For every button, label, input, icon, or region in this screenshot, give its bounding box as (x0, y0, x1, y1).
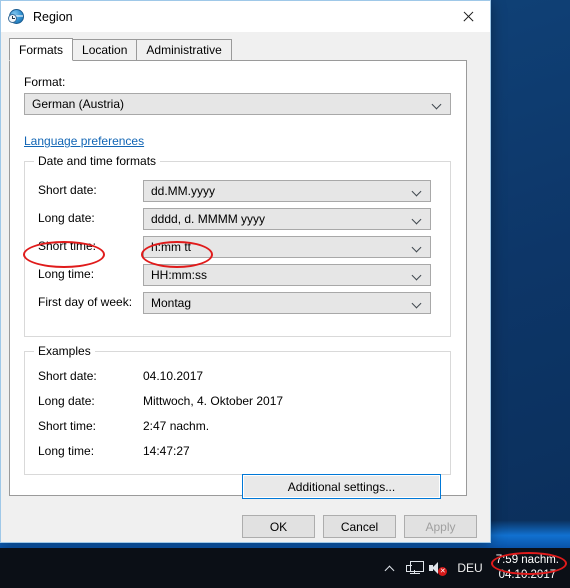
system-tray: ✕ DEU 7:59 nachm. 04.10.2017 (378, 548, 567, 588)
example-long-time-label: Long time: (38, 444, 95, 458)
window-title: Region (33, 9, 73, 24)
taskbar: ✕ DEU 7:59 nachm. 04.10.2017 (0, 548, 570, 588)
volume-button[interactable]: ✕ (426, 548, 450, 588)
example-short-time-value: 2:47 nachm. (143, 419, 210, 433)
row-long-time: Long time: HH:mm:ss (25, 264, 450, 286)
clock[interactable]: 7:59 nachm. 04.10.2017 (490, 548, 567, 588)
region-dialog-window: Region Formats Location Administrative F… (0, 0, 491, 543)
tab-formats[interactable]: Formats (9, 38, 74, 61)
example-short-date-label: Short date: (38, 369, 97, 383)
network-monitor-icon (405, 561, 424, 575)
speaker-muted-icon: ✕ (429, 561, 448, 576)
example-short-time-label: Short time: (38, 419, 97, 433)
row-short-time: Short time: h:mm tt (25, 236, 450, 258)
chevron-down-icon (413, 216, 421, 224)
chevron-down-icon (433, 101, 441, 109)
short-date-value: dd.MM.yyyy (151, 184, 216, 198)
short-time-combobox[interactable]: h:mm tt (143, 236, 431, 258)
format-combobox[interactable]: German (Austria) (24, 93, 451, 115)
title-bar: Region (1, 1, 490, 32)
chevron-up-icon (385, 565, 396, 572)
long-date-value: dddd, d. MMMM yyyy (151, 212, 266, 226)
example-short-date: Short date: 04.10.2017 (25, 369, 450, 391)
example-short-time: Short time: 2:47 nachm. (25, 419, 450, 441)
close-button[interactable] (445, 1, 490, 31)
example-long-date-label: Long date: (38, 394, 95, 408)
region-globe-clock-icon (8, 8, 25, 25)
row-first-day-of-week: First day of week: Montag (25, 292, 450, 314)
chevron-down-icon (413, 272, 421, 280)
language-preferences-link[interactable]: Language preferences (24, 134, 144, 148)
long-time-label: Long time: (38, 267, 95, 281)
language-indicator[interactable]: DEU (450, 548, 489, 588)
ok-button[interactable]: OK (242, 515, 315, 538)
example-short-date-value: 04.10.2017 (143, 369, 204, 383)
example-long-time: Long time: 14:47:27 (25, 444, 450, 466)
short-time-label: Short time: (38, 239, 97, 253)
format-combobox-value: German (Austria) (32, 97, 125, 111)
first-day-of-week-label: First day of week: (38, 295, 133, 309)
long-time-combobox[interactable]: HH:mm:ss (143, 264, 431, 286)
additional-settings-button[interactable]: Additional settings... (242, 474, 441, 499)
date-and-time-formats-group: Date and time formats Short date: dd.MM.… (24, 154, 451, 337)
network-button[interactable] (402, 548, 426, 588)
examples-legend: Examples (34, 344, 95, 358)
chevron-down-icon (413, 244, 421, 252)
long-time-value: HH:mm:ss (151, 268, 207, 282)
date-and-time-formats-legend: Date and time formats (34, 154, 161, 168)
row-short-date: Short date: dd.MM.yyyy (25, 180, 450, 202)
example-long-date-value: Mittwoch, 4. Oktober 2017 (143, 394, 284, 408)
examples-group: Examples Short date: 04.10.2017 Long dat… (24, 344, 451, 475)
short-date-combobox[interactable]: dd.MM.yyyy (143, 180, 431, 202)
clock-date: 04.10.2017 (498, 569, 557, 581)
tab-location[interactable]: Location (72, 39, 138, 60)
cancel-button[interactable]: Cancel (323, 515, 396, 538)
mute-mark: ✕ (438, 566, 448, 576)
apply-button: Apply (404, 515, 477, 538)
close-icon (462, 11, 473, 22)
first-day-of-week-value: Montag (151, 296, 192, 310)
tab-strip: Formats Location Administrative (9, 38, 490, 61)
row-long-date: Long date: dddd, d. MMMM yyyy (25, 208, 450, 230)
long-date-label: Long date: (38, 211, 95, 225)
chevron-down-icon (413, 188, 421, 196)
formats-tab-page: Format: German (Austria) Language prefer… (9, 60, 467, 496)
format-label: Format: (24, 75, 66, 89)
long-date-combobox[interactable]: dddd, d. MMMM yyyy (143, 208, 431, 230)
tab-administrative[interactable]: Administrative (136, 39, 232, 60)
example-long-date: Long date: Mittwoch, 4. Oktober 2017 (25, 394, 450, 416)
clock-time: 7:59 nachm. (495, 554, 559, 566)
first-day-of-week-combobox[interactable]: Montag (143, 292, 431, 314)
short-date-label: Short date: (38, 183, 97, 197)
short-time-value: h:mm tt (151, 240, 192, 254)
chevron-down-icon (413, 300, 421, 308)
example-long-time-value: 14:47:27 (143, 444, 190, 458)
show-hidden-icons-button[interactable] (378, 548, 402, 588)
